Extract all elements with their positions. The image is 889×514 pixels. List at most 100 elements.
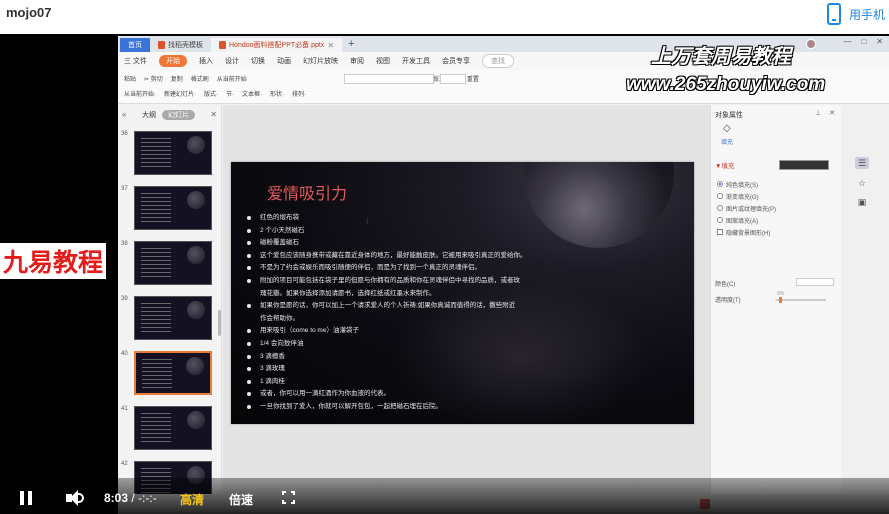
menu-item[interactable]: 插入 — [199, 56, 213, 66]
volume-icon[interactable] — [66, 490, 84, 506]
toolbar-button[interactable]: 排列· — [292, 89, 306, 98]
toolbar-button[interactable]: 形状· — [270, 89, 284, 98]
mobile-link-label: 用手机 — [848, 7, 885, 22]
window-tab[interactable]: 首页 — [120, 38, 150, 52]
fill-option-label: 图片或纹理填充(P) — [726, 206, 776, 213]
thumbnail-text-lines — [142, 359, 172, 389]
slide-thumbnail[interactable] — [134, 406, 212, 450]
checkbox-icon[interactable] — [717, 229, 723, 235]
slide-number: 36 — [121, 131, 128, 137]
color-dropdown — [796, 278, 834, 286]
radio-icon[interactable] — [717, 217, 723, 223]
slide-bullet: 磁粉覆盖磁石 — [247, 237, 677, 250]
username[interactable]: mojo07 — [6, 5, 52, 20]
slide-thumbnail[interactable] — [134, 241, 212, 285]
star-icon: ☆ — [857, 178, 867, 188]
radio-icon[interactable] — [717, 193, 723, 199]
slide-bullet: 3 滴玫瑰 — [247, 363, 677, 376]
toolbar-button[interactable]: 文本框· — [242, 89, 262, 98]
close-tab-icon[interactable]: ✕ — [327, 41, 334, 50]
menu-item[interactable]: 查找 — [481, 54, 514, 68]
toolbar-button[interactable]: 复制 — [171, 74, 183, 83]
slide-number: 38 — [121, 241, 128, 247]
mobile-link[interactable]: 用手机 — [826, 3, 885, 25]
slide-thumbnail[interactable] — [134, 351, 212, 395]
fill-option[interactable]: 图片或纹理填充(P) — [717, 202, 776, 214]
fill-option-label: 隐藏背景图形(H) — [726, 230, 771, 237]
fill-option[interactable]: 隐藏背景图形(H) — [717, 226, 776, 238]
menu-item[interactable]: 开发工具 — [402, 56, 430, 66]
page-header: mojo07 用手机 — [0, 0, 889, 34]
properties-controls: ⊥ ✕ — [815, 109, 835, 117]
fill-options: 纯色填充(S) 渐变填充(G) 图片或纹理填充(P) 图案填充(A) 隐藏背景图形(H) — [717, 178, 776, 238]
document-icon — [219, 41, 226, 49]
slide-bullet: 红色的缎布袋 — [247, 212, 677, 225]
fill-tab: 填充 — [721, 140, 734, 146]
time-separator: / — [131, 491, 135, 505]
toolbar-button[interactable]: 重置 — [467, 74, 479, 83]
window-tab-label: 首页 — [128, 42, 142, 49]
radio-icon[interactable] — [717, 205, 723, 211]
duration: -:-:- — [138, 491, 157, 505]
fullscreen-icon[interactable] — [282, 491, 295, 504]
pane-tab[interactable]: 幻灯片 — [162, 110, 195, 120]
menu-item[interactable]: 切换 — [251, 56, 265, 66]
slide-bullet: 1 滴肉桂 — [247, 376, 677, 389]
slide-bullet: 一旦你找到了爱人，你就可以解开包包，一起把磁石埋在后院。 — [247, 401, 677, 414]
toolbar-button[interactable]: 节· — [226, 89, 234, 98]
speed-button[interactable]: 倍速 — [229, 491, 253, 508]
time-display: 8:03 / -:-:- — [104, 491, 157, 505]
slide-number: 41 — [121, 406, 128, 412]
toolbar-button[interactable]: 从当前开始· — [124, 89, 156, 98]
transparency-label: 透明度(T) — [715, 298, 741, 304]
slide-number: 37 — [121, 186, 128, 192]
fill-option[interactable]: 渐变填充(G) — [717, 190, 776, 202]
window-control-icon[interactable]: — — [843, 37, 851, 46]
fill-option-label: 渐变填充(G) — [726, 194, 759, 201]
window-tab[interactable]: Hondoo面料搭配PPT必备.pptx ✕ — [211, 38, 343, 52]
fill-option[interactable]: 图案填充(A) — [717, 214, 776, 226]
slide-thumbnail[interactable] — [134, 296, 212, 340]
slide-number: 40 — [121, 351, 128, 357]
menu-item[interactable]: 会员专享 — [442, 56, 470, 66]
thumbnail-moon — [187, 411, 205, 429]
thumbnail-text-lines — [141, 303, 171, 333]
fill-bucket-icon: ◇ — [723, 123, 731, 134]
pause-icon[interactable] — [20, 491, 33, 505]
toolbar-button[interactable]: 版式· — [204, 89, 218, 98]
pane-scrollbar — [218, 310, 221, 336]
toolbar-button[interactable]: 粘贴 — [124, 74, 136, 83]
window-control-icon[interactable]: ✕ — [876, 37, 883, 46]
fill-option[interactable]: 纯色填充(S) — [717, 178, 776, 190]
menu-item[interactable]: 动画 — [277, 56, 291, 66]
thumbnail-pane: « 大纲 幻灯片 ✕ 36 37 38 39 40 41 42 — [118, 105, 222, 514]
fill-color-swatch — [779, 160, 829, 170]
window-control-icon[interactable]: □ — [861, 37, 866, 46]
slide-thumbnail[interactable] — [134, 131, 212, 175]
pane-tab[interactable]: 大纲 — [142, 110, 156, 120]
new-tab-plus-icon: + — [348, 38, 355, 50]
collapse-pane-icon: « — [122, 110, 127, 119]
toolbar-button[interactable]: ✂ 剪切 — [144, 74, 163, 83]
menu-item[interactable]: 审阅 — [350, 56, 364, 66]
menu-item[interactable]: 视图 — [376, 56, 390, 66]
slide-bullet: 用来吸引（come to me）油灌袋子 — [247, 325, 677, 338]
slide-number: 42 — [121, 461, 128, 467]
menu-item[interactable]: 设计 — [225, 56, 239, 66]
menu-item[interactable]: 三 文件 — [124, 56, 147, 66]
document-icon — [158, 41, 165, 49]
toolbar-button[interactable]: 格式刷 — [191, 74, 209, 83]
video-player[interactable]: 首页 找稻壳模板 Hondoo面料搭配PPT必备.pptx ✕ + — □ ✕ 三 文件 开始… — [0, 34, 889, 514]
toolbar-button[interactable]: 从当前开始 — [217, 74, 247, 83]
transparency-slider — [776, 297, 826, 303]
radio-icon[interactable] — [717, 181, 723, 187]
player-controls: 8:03 / -:-:- 高清 倍速 — [0, 478, 889, 514]
thumbnail-text-lines — [141, 138, 171, 168]
toolbar-button[interactable]: 新建幻灯片· — [164, 89, 196, 98]
menu-item[interactable]: 幻灯片放映 — [303, 56, 338, 66]
text-cursor-icon: I — [366, 216, 369, 226]
menu-item[interactable]: 开始 — [158, 55, 187, 67]
slide-thumbnail[interactable] — [134, 186, 212, 230]
quality-button[interactable]: 高清 — [180, 491, 204, 508]
window-tab[interactable]: 找稻壳模板 — [150, 38, 211, 52]
